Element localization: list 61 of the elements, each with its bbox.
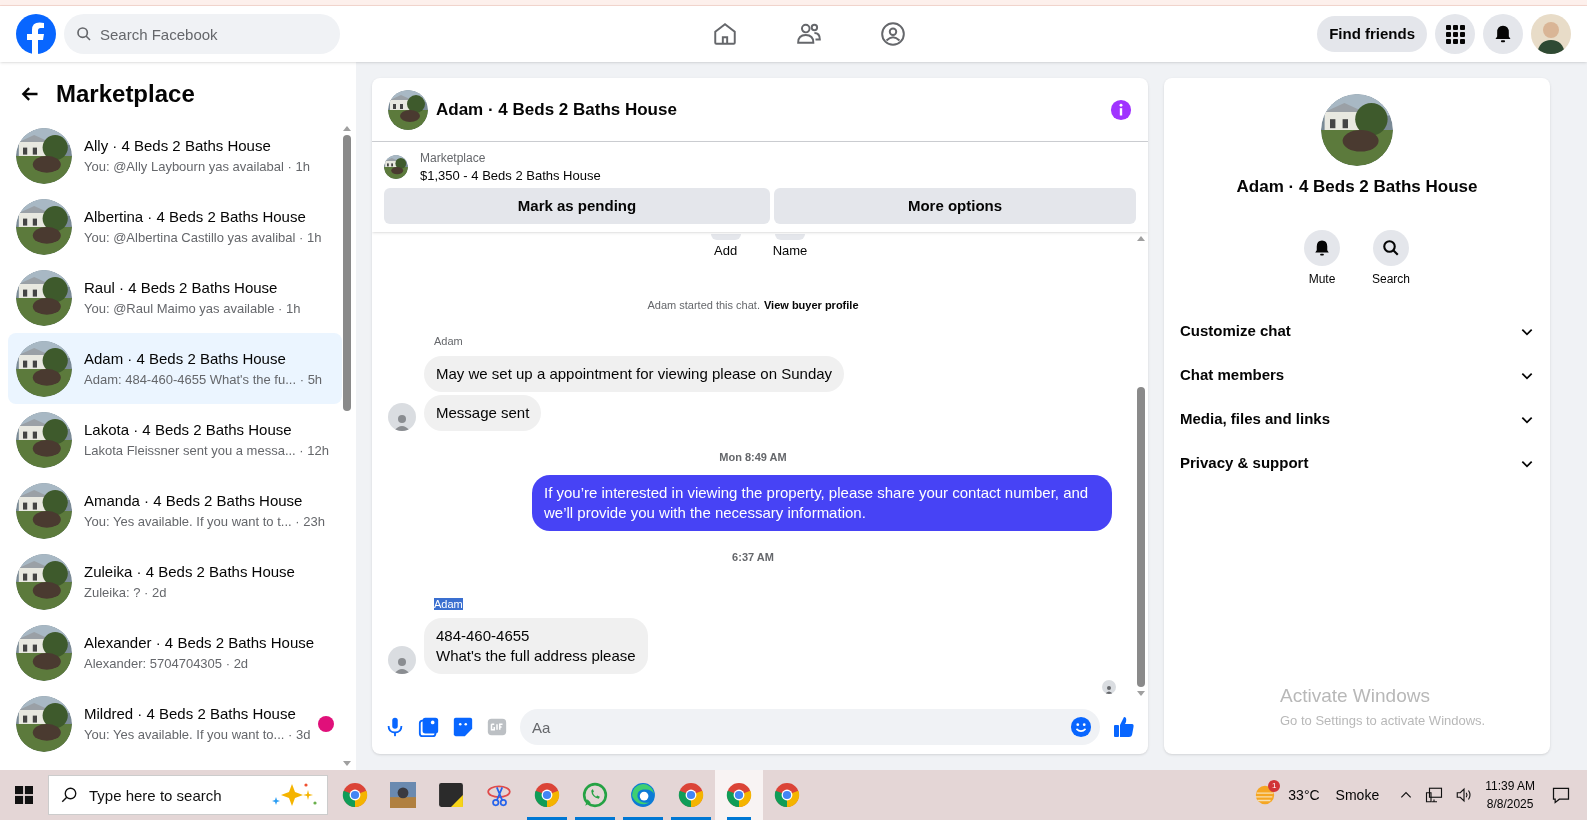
mark-pending-button[interactable]: Mark as pending [384, 188, 770, 224]
clock[interactable]: 11:39 AM 8/8/2025 [1485, 777, 1535, 813]
system-message: Adam started this chat. [647, 297, 760, 313]
more-options-button[interactable]: More options [774, 188, 1136, 224]
incoming-message: 484-460-4655 What's the full address please [424, 618, 648, 674]
section-row[interactable]: Media, files and links [1180, 397, 1534, 442]
conversation-title: Zuleika · 4 Beds 2 Baths House [84, 561, 296, 582]
conversation-preview: You: @Ally Laybourn yas availabal · 1h [84, 158, 311, 176]
action-label: Mute [1308, 270, 1336, 288]
buyer-profile-link[interactable]: View buyer profile [763, 296, 859, 313]
conversation-item[interactable]: Zuleika · 4 Beds 2 Baths House Zuleika: ? · 2d [8, 546, 342, 617]
message-input[interactable]: Aa [520, 709, 1100, 745]
conversation-title: Mildred · 4 Beds 2 Baths House [84, 703, 297, 724]
conversation-title: Lakota · 4 Beds 2 Baths House [84, 419, 293, 440]
timestamp: 6:37 AM [732, 550, 774, 565]
conversation-item[interactable]: Ally · 4 Beds 2 Baths House You: @Ally Laybourn yas availabal · 1h [8, 120, 342, 191]
conversation-item[interactable]: Lakota · 4 Beds 2 Baths House Lakota Fleissner sent you a messa... · 12h [8, 404, 342, 475]
timestamp: Mon 8:49 AM [719, 449, 787, 465]
action-label: Search [1372, 270, 1410, 288]
incoming-message: May we set up a appointment for viewing please on Sunday [424, 355, 845, 392]
listing-price: $1,350 - 4 Beds 2 Baths House [420, 167, 601, 184]
conversation-title: Amanda · 4 Beds 2 Baths House [84, 490, 304, 511]
sender-name: Adam [434, 335, 463, 347]
find-friends-button[interactable]: Find friends [1317, 16, 1427, 52]
conversation-preview: Zuleika: ? · 2d [84, 584, 168, 602]
conversation-title: Raul · 4 Beds 2 Baths House [84, 277, 279, 298]
conversation-title: Albertina · 4 Beds 2 Baths House [84, 206, 307, 227]
conversation-item[interactable]: Mildred · 4 Beds 2 Baths House You: Yes available. If you want to... · 3d [8, 688, 342, 759]
outgoing-message: If you’re interested in viewing the property, please share your contact number, and we’ll provide you with the necessary information. [532, 475, 1112, 531]
section-row[interactable]: Privacy & support [1180, 441, 1534, 486]
conversation-preview: You: @Albertina Castillo yas avalibal · 1h [84, 229, 323, 247]
conversation-preview: Lakota Fleissner sent you a messa... · 12h [84, 442, 330, 460]
conversation-title: Adam · 4 Beds 2 Baths House [84, 348, 287, 369]
temperature: 33°C [1288, 785, 1320, 805]
watermark-text: Go to Settings to activate Windows. [1280, 711, 1487, 730]
info-title: Adam · 4 Beds 2 Baths House [1236, 176, 1478, 198]
conversation-item[interactable]: Albertina · 4 Beds 2 Baths House You: @Albertina Castillo yas avalibal · 1h [8, 191, 342, 262]
chat-title: Adam · 4 Beds 2 Baths House [436, 98, 678, 121]
conversation-item[interactable]: Raul · 4 Beds 2 Baths House You: @Raul Maimo yas available · 1h [8, 262, 342, 333]
conversation-item[interactable]: Alexander · 4 Beds 2 Baths House Alexander: 5704704305 · 2d [8, 617, 342, 688]
incoming-message: Message sent [424, 394, 542, 431]
conversation-title: Ally · 4 Beds 2 Baths House [84, 135, 272, 156]
notification-badge: 1 [1268, 780, 1281, 792]
taskbar-search-field[interactable]: Type here to search [48, 775, 328, 815]
conversation-item[interactable]: Adam · 4 Beds 2 Baths House Adam: 484-460-4655 What's the fu... · 5h [8, 333, 342, 404]
watermark-title: Activate Windows [1280, 684, 1431, 708]
conversation-preview: You: @Raul Maimo yas available · 1h [84, 300, 302, 318]
conversation-item[interactable]: Amanda · 4 Beds 2 Baths House You: Yes available. If you want to t... · 23h [8, 475, 342, 546]
conversation-preview: Alexander: 5704704305 · 2d [84, 655, 250, 673]
conversation-title: Alexander · 4 Beds 2 Baths House [84, 632, 316, 653]
conversation-preview: You: Yes available. If you want to t... · 23h [84, 513, 326, 531]
listing-label: Marketplace [420, 150, 487, 167]
shortcut-label: Add [714, 242, 738, 260]
shortcut-label: Name [772, 242, 808, 260]
section-row[interactable]: Chat members [1180, 353, 1534, 398]
search-field[interactable]: Search Facebook [64, 14, 340, 54]
conversation-preview: Adam: 484-460-4655 What's the fu... · 5h [84, 371, 324, 389]
section-row[interactable]: Customize chat [1180, 309, 1534, 354]
sender-name: Adam [434, 597, 463, 610]
sidebar-title: Marketplace [56, 79, 195, 109]
weather-condition: Smoke [1335, 785, 1380, 805]
